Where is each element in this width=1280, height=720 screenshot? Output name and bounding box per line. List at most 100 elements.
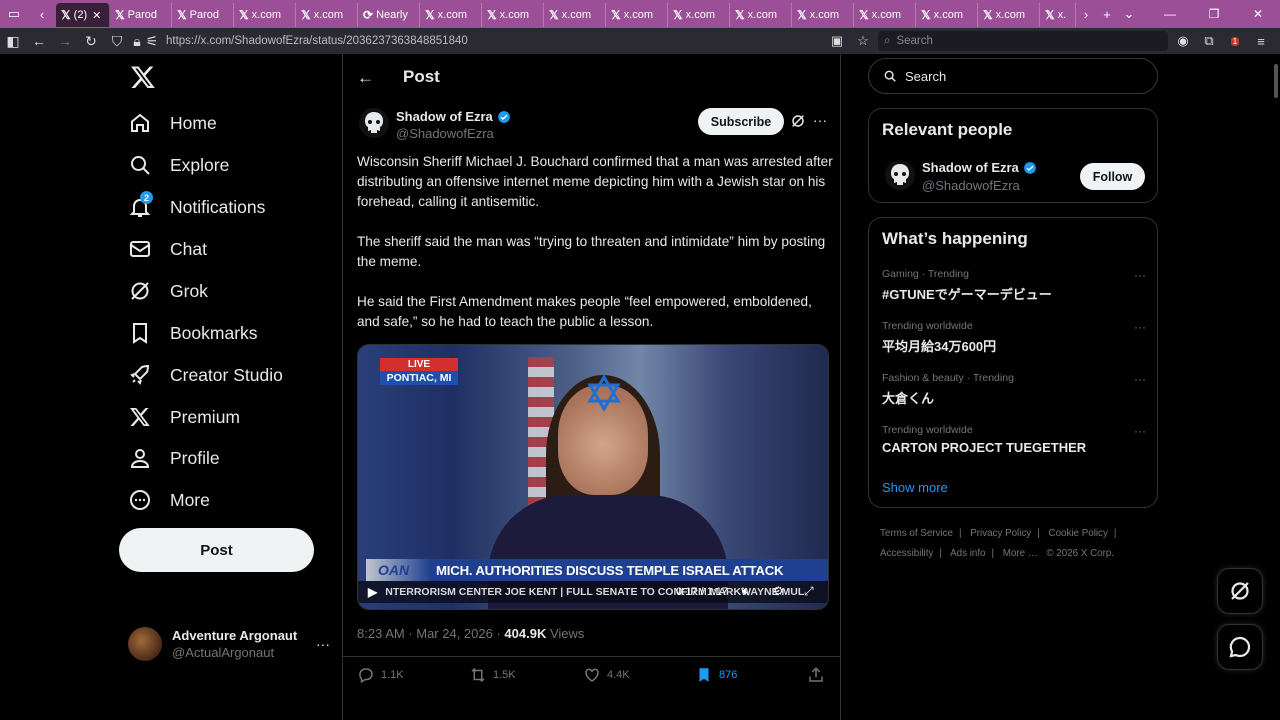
grok-icon xyxy=(131,282,149,300)
x-favicon-icon: 𝕏 xyxy=(1045,8,1055,22)
fullscreen-icon[interactable]: ⤢ xyxy=(804,584,814,599)
tab-overview-icon[interactable]: ▭ xyxy=(0,0,28,28)
lock-icon[interactable]: 🔒︎ xyxy=(130,28,144,54)
footer-link[interactable]: Privacy Policy xyxy=(970,528,1031,539)
mute-icon[interactable]: 🔇︎ xyxy=(742,584,750,599)
permissions-icon[interactable]: ⚟ xyxy=(144,28,160,54)
footer-link[interactable]: Cookie Policy xyxy=(1049,528,1108,539)
subscribe-button[interactable]: Subscribe xyxy=(698,108,784,135)
sidebar-item-explore[interactable]: Explore xyxy=(128,145,229,185)
more-icon[interactable]: ··· xyxy=(1134,372,1146,386)
bookmark-star-icon[interactable]: ☆ xyxy=(852,30,874,52)
repost-button[interactable]: 1.5K xyxy=(469,666,583,684)
footer-link[interactable]: Ads info xyxy=(950,548,985,559)
footer-link[interactable]: More … xyxy=(1003,548,1038,559)
scroll-tabs-left-icon[interactable]: ‹ xyxy=(28,0,56,28)
more-icon[interactable]: ··· xyxy=(1134,268,1146,282)
more-icon[interactable]: ··· xyxy=(1134,424,1146,438)
relevant-person-handle[interactable]: @ShadowofEzra xyxy=(922,178,1020,193)
trend-item[interactable]: Fashion & beauty · Trending 大倉くん ··· xyxy=(882,372,1146,407)
sidebar-item-home[interactable]: Home xyxy=(128,103,217,143)
browser-tab[interactable]: 𝕏 Parod xyxy=(110,3,172,27)
sidebar-item-creator-studio[interactable]: Creator Studio xyxy=(128,355,283,395)
avatar[interactable] xyxy=(359,108,389,138)
bookmark-button[interactable]: 876 xyxy=(695,666,807,684)
url-bar[interactable]: https://x.com/ShadowofEzra/status/203623… xyxy=(166,35,468,47)
sidebar-item-chat[interactable]: Chat xyxy=(128,229,207,269)
browser-tab[interactable]: 𝕏x.com xyxy=(854,3,916,27)
browser-tab[interactable]: 𝕏x.com xyxy=(296,3,358,27)
scroll-tabs-right-icon[interactable]: › xyxy=(1076,0,1096,28)
minimize-icon[interactable]: — xyxy=(1148,0,1192,28)
trend-item[interactable]: Gaming · Trending #GTUNEでゲーマーデビュー ··· xyxy=(882,268,1146,303)
sidebar-item-more[interactable]: More xyxy=(128,480,210,520)
browser-tab[interactable]: 𝕏x.com xyxy=(668,3,730,27)
play-icon[interactable]: ▶ xyxy=(368,585,377,599)
avatar xyxy=(128,627,162,661)
restore-icon[interactable]: ❐ xyxy=(1192,0,1236,28)
more-icon[interactable]: ··· xyxy=(1134,320,1146,334)
more-icon[interactable]: ··· xyxy=(813,112,827,128)
browser-tab[interactable]: 𝕏x.com xyxy=(792,3,854,27)
relevant-person-name[interactable]: Shadow of Ezra xyxy=(922,160,1037,175)
close-tab-icon[interactable]: ✕ xyxy=(92,9,101,22)
sidebar-item-grok[interactable]: Grok xyxy=(128,271,208,311)
show-more-link[interactable]: Show more xyxy=(882,480,948,495)
scrollbar[interactable] xyxy=(1274,64,1278,98)
reader-view-icon[interactable]: ▣ xyxy=(826,30,848,52)
browser-tab[interactable]: 𝕏x.com xyxy=(606,3,668,27)
forward-icon[interactable]: → xyxy=(52,28,78,54)
reply-button[interactable]: 1.1K xyxy=(357,666,469,684)
post-button[interactable]: Post xyxy=(119,528,314,572)
browser-tab[interactable]: 𝕏x.com xyxy=(730,3,792,27)
browser-tab[interactable]: 𝕏x. xyxy=(1040,3,1076,27)
browser-tab[interactable]: 𝕏 (2) ✕ xyxy=(56,3,110,27)
post-timestamp[interactable]: 8:23 AM · Mar 24, 2026 · xyxy=(357,626,501,641)
sidebar-item-notifications[interactable]: 2 Notifications xyxy=(128,187,265,227)
sidebar-toggle-icon[interactable]: ◧ xyxy=(0,28,26,54)
sidebar-item-bookmarks[interactable]: Bookmarks xyxy=(128,313,258,353)
settings-gear-icon[interactable]: ⚙ xyxy=(773,584,784,598)
menu-icon[interactable]: ≡ xyxy=(1250,30,1272,52)
shield-icon[interactable]: ⛉ xyxy=(104,28,130,54)
browser-tab[interactable]: 𝕏 Parod xyxy=(172,3,234,27)
footer-link[interactable]: Terms of Service xyxy=(880,528,953,539)
list-tabs-icon[interactable]: ⌄ xyxy=(1118,0,1140,28)
author-name[interactable]: Shadow of Ezra xyxy=(396,109,511,124)
browser-search-input[interactable]: ⌕ Search xyxy=(878,31,1168,51)
browser-tab[interactable]: 𝕏x.com xyxy=(234,3,296,27)
chat-float-button[interactable] xyxy=(1217,624,1263,670)
x-logo-icon[interactable] xyxy=(130,64,156,90)
close-window-icon[interactable]: ✕ xyxy=(1236,0,1280,28)
grok-icon[interactable] xyxy=(790,113,806,129)
more-icon[interactable]: ··· xyxy=(316,636,330,652)
back-icon[interactable]: ← xyxy=(26,28,52,54)
author-handle[interactable]: @ShadowofEzra xyxy=(396,126,494,141)
browser-tab[interactable]: 𝕏x.com xyxy=(978,3,1040,27)
footer-link[interactable]: Accessibility xyxy=(880,548,933,559)
grok-float-button[interactable] xyxy=(1217,568,1263,614)
avatar[interactable] xyxy=(885,160,915,190)
browser-tab[interactable]: ⟳ Nearly xyxy=(358,3,420,27)
video-player[interactable]: LIVE PONTIAC, MI OAN MICH. AUTHORITIES D… xyxy=(357,344,829,610)
browser-tab[interactable]: 𝕏x.com xyxy=(916,3,978,27)
account-icon[interactable]: ◉ xyxy=(1172,30,1194,52)
heart-icon xyxy=(585,668,599,682)
extensions-icon[interactable]: ⧉ xyxy=(1198,30,1220,52)
trend-item[interactable]: Trending worldwide CARTON PROJECT TUEGET… xyxy=(882,424,1146,455)
sidebar-item-premium[interactable]: Premium xyxy=(128,397,240,437)
reload-icon[interactable]: ↻ xyxy=(78,28,104,54)
trend-item[interactable]: Trending worldwide 平均月給34万600円 ··· xyxy=(882,320,1146,355)
new-tab-icon[interactable]: + xyxy=(1096,0,1118,28)
like-button[interactable]: 4.4K xyxy=(583,666,695,684)
search-input[interactable]: Search xyxy=(868,58,1158,94)
back-arrow-icon[interactable]: ← xyxy=(357,68,374,88)
account-switcher[interactable]: Adventure Argonaut @ActualArgonaut ··· xyxy=(128,624,342,664)
sidebar-item-profile[interactable]: Profile xyxy=(128,438,220,478)
share-button[interactable] xyxy=(807,666,825,684)
browser-tab[interactable]: 𝕏x.com xyxy=(420,3,482,27)
follow-button[interactable]: Follow xyxy=(1080,163,1145,190)
ublock-icon[interactable]: 1 xyxy=(1224,30,1246,52)
browser-tab[interactable]: 𝕏x.com xyxy=(544,3,606,27)
browser-tab[interactable]: 𝕏x.com xyxy=(482,3,544,27)
